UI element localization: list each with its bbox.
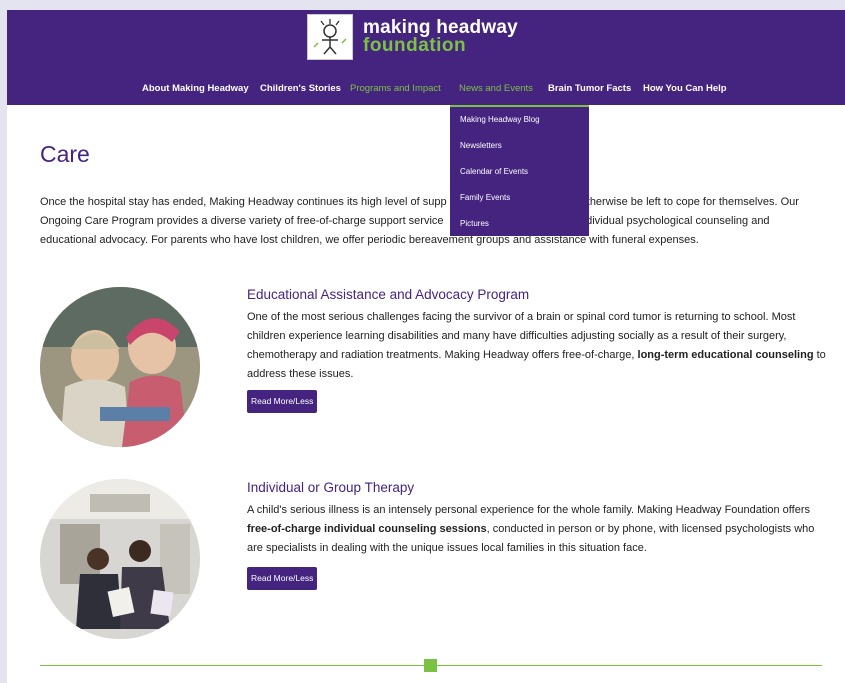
- photo-family-therapy: [40, 479, 200, 639]
- nav-about[interactable]: About Making Headway: [142, 83, 249, 94]
- site-logo[interactable]: making headway foundation: [307, 13, 518, 61]
- intro-line-2a: Ongoing Care Program provides a diverse …: [40, 215, 444, 227]
- dropdown-item-pictures[interactable]: Pictures: [460, 219, 489, 228]
- nav-programs-impact[interactable]: Programs and Impact: [350, 83, 441, 94]
- section-body-educational: One of the most serious challenges facin…: [247, 308, 827, 384]
- section-text-therapy: A child's serious illness is an intensel…: [247, 504, 810, 516]
- main-nav: About Making Headway Children's Stories …: [7, 83, 845, 99]
- nav-how-you-can-help[interactable]: How You Can Help: [643, 83, 727, 94]
- read-more-educational-button[interactable]: Read More/Less: [247, 390, 318, 413]
- site-header: making headway foundation About Making H…: [7, 10, 845, 105]
- logo-line2: foundation: [363, 35, 467, 56]
- intro-line-1b: otherwise be left to cope for themselves…: [580, 196, 799, 208]
- section-bold-educational: long-term educational counseling: [637, 349, 814, 361]
- nav-news-events[interactable]: News and Events: [459, 83, 533, 94]
- intro-line-3: educational advocacy. For parents who ha…: [40, 234, 699, 246]
- page-title: Care: [40, 141, 90, 167]
- read-more-therapy-button[interactable]: Read More/Less: [247, 567, 318, 590]
- nav-brain-tumor-facts[interactable]: Brain Tumor Facts: [548, 83, 631, 94]
- dropdown-item-calendar[interactable]: Calendar of Events: [460, 167, 528, 176]
- logo-wordmark: making headway foundation: [363, 18, 518, 56]
- intro-line-1a: Once the hospital stay has ended, Making…: [40, 196, 447, 208]
- intro-paragraph: Once the hospital stay has ended, Making…: [40, 193, 830, 250]
- dropdown-item-newsletters[interactable]: Newsletters: [460, 141, 502, 150]
- dropdown-item-blog[interactable]: Making Headway Blog: [460, 115, 540, 124]
- dropdown-item-family-events[interactable]: Family Events: [460, 193, 510, 202]
- intro-line-2b: individual psychological counseling and: [577, 215, 770, 227]
- photo-two-girls: [40, 287, 200, 447]
- section-title-educational: Educational Assistance and Advocacy Prog…: [247, 287, 530, 302]
- section-bold-therapy: free-of-charge individual counseling ses…: [247, 523, 487, 535]
- page: making headway foundation About Making H…: [7, 10, 845, 683]
- divider-logo-icon: [424, 659, 437, 672]
- section-body-therapy: A child's serious illness is an intensel…: [247, 501, 827, 558]
- nav-childrens-stories[interactable]: Children's Stories: [260, 83, 341, 94]
- logo-figure-icon: [307, 14, 353, 60]
- news-events-dropdown: Making Headway Blog Newsletters Calendar…: [450, 105, 589, 236]
- section-title-therapy: Individual or Group Therapy: [247, 480, 415, 495]
